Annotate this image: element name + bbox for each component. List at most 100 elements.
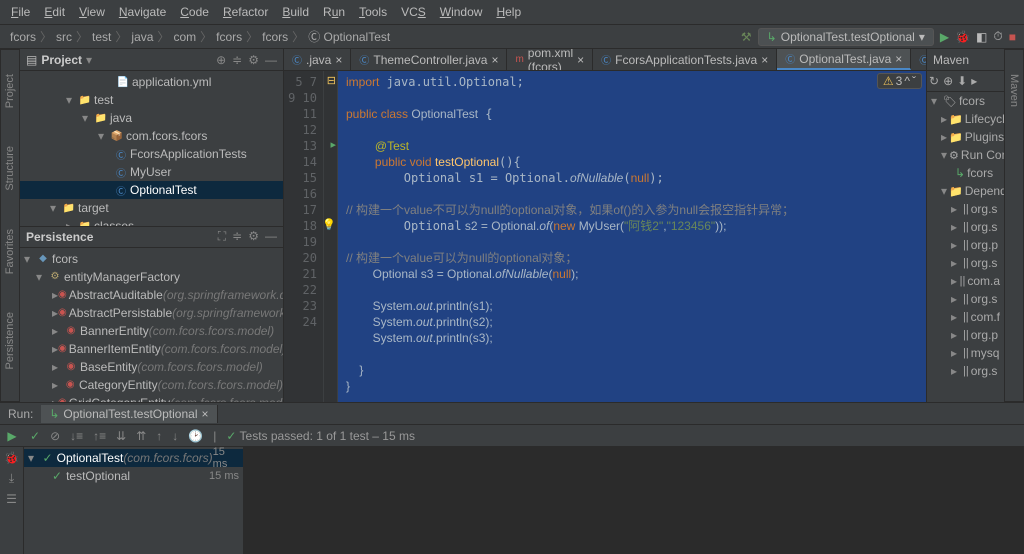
tree-root[interactable]: ▾◆fcors <box>20 250 283 268</box>
debug-icon[interactable]: 🐞 <box>955 30 970 44</box>
console-output[interactable] <box>244 447 1024 554</box>
scope-icon[interactable]: ⛶ <box>218 229 226 244</box>
strip-favorites[interactable]: Favorites <box>4 225 16 278</box>
crumb-class[interactable]: Ⓒ OptionalTest <box>306 28 392 45</box>
tree-package[interactable]: ▾📦com.fcors.fcors <box>20 127 283 145</box>
export-icon[interactable]: 🕑 <box>188 429 203 443</box>
hide-icon[interactable]: — <box>265 53 277 67</box>
editor-tab[interactable]: mpom.xml (fcors)× <box>507 49 593 70</box>
chevron-down-icon[interactable]: ▾ <box>86 53 92 67</box>
profiler-icon[interactable]: ⏱ <box>993 29 1002 44</box>
maven-dep[interactable]: ▸|| org.p <box>927 326 1004 344</box>
menu-help[interactable]: Help <box>489 2 528 22</box>
collapse-icon[interactable]: ≑ <box>232 53 242 67</box>
layout-icon[interactable]: ☰ <box>6 492 17 506</box>
maven-dep[interactable]: ▸|| org.s <box>927 254 1004 272</box>
tree-folder[interactable]: ▾📁java <box>20 109 283 127</box>
collapse-icon[interactable]: ⇈ <box>136 429 146 443</box>
tree-folder[interactable]: ▾📁test <box>20 91 283 109</box>
maven-node[interactable]: ▾📁 Depend <box>927 182 1004 200</box>
rerun-icon[interactable]: ▶ <box>7 429 16 443</box>
close-icon[interactable]: × <box>577 53 584 67</box>
tree-emf[interactable]: ▾⚙entityManagerFactory <box>20 268 283 286</box>
tree-entity[interactable]: ▸◉BannerItemEntity (com.fcors.fcors.mode… <box>20 340 283 358</box>
editor-tab[interactable]: Ⓒ.java× <box>284 49 351 70</box>
menu-view[interactable]: View <box>72 2 112 22</box>
collapse-icon[interactable]: ⊟ <box>327 74 336 87</box>
maven-node[interactable]: ▾⚙ Run Con <box>927 146 1004 164</box>
maven-node[interactable]: ↳ fcors <box>927 164 1004 182</box>
crumb[interactable]: src <box>54 30 74 44</box>
sort-icon[interactable]: ↓≡ <box>70 429 83 443</box>
settings-icon[interactable]: ⚙ <box>248 229 259 244</box>
strip-structure[interactable]: Structure <box>4 142 16 195</box>
generate-icon[interactable]: ⊕ <box>943 74 953 88</box>
crumb[interactable]: fcors <box>8 30 38 44</box>
strip-persistence[interactable]: Persistence <box>4 308 16 373</box>
maven-root[interactable]: ▾🏷 fcors <box>927 92 1004 110</box>
hide-icon[interactable]: — <box>265 229 277 244</box>
maven-dep[interactable]: ▸|| mysq <box>927 344 1004 362</box>
menu-tools[interactable]: Tools <box>352 2 394 22</box>
tree-class-selected[interactable]: ⒸOptionalTest <box>20 181 283 199</box>
maven-dep[interactable]: ▸|| com.a <box>927 272 1004 290</box>
crumb[interactable]: fcors <box>214 30 244 44</box>
maven-dep[interactable]: ▸|| com.f <box>927 308 1004 326</box>
crumb[interactable]: fcors <box>260 30 290 44</box>
persistence-tree[interactable]: ▾◆fcors ▾⚙entityManagerFactory ▸◉Abstrac… <box>20 248 283 403</box>
build-icon[interactable]: ⚒ <box>741 30 752 44</box>
toggle-icon[interactable]: ✓ <box>30 429 40 443</box>
tree-file[interactable]: 📄application.yml <box>20 73 283 91</box>
maven-dep[interactable]: ▸|| org.s <box>927 290 1004 308</box>
menu-vcs[interactable]: VCS <box>394 2 433 22</box>
code-content[interactable]: import java.util.Optional; public class … <box>338 71 926 402</box>
tree-folder[interactable]: ▸📁classes <box>20 217 283 226</box>
maven-dep[interactable]: ▸|| org.s <box>927 362 1004 380</box>
select-opened-file-icon[interactable]: ⊕ <box>216 53 226 67</box>
maven-node[interactable]: ▸📁 Plugins <box>927 128 1004 146</box>
strip-project[interactable]: Project <box>4 70 16 112</box>
tree-entity[interactable]: ▸◉AbstractPersistable (org.springframewo… <box>20 304 283 322</box>
menu-window[interactable]: Window <box>433 2 490 22</box>
close-icon[interactable]: × <box>491 53 498 67</box>
crumb[interactable]: com <box>171 30 198 44</box>
strip-maven[interactable]: Maven <box>1008 70 1020 111</box>
tree-class[interactable]: ⒸMyUser <box>20 163 283 181</box>
run-tab[interactable]: ↳OptionalTest.testOptional× <box>41 405 217 423</box>
maven-node[interactable]: ▸📁 Lifecycle <box>927 110 1004 128</box>
run-config-selector[interactable]: ↳ OptionalTest.testOptional ▾ <box>758 28 934 46</box>
tree-folder[interactable]: ▾📁target <box>20 199 283 217</box>
tree-entity[interactable]: ▸◉CategoryEntity (com.fcors.fcors.model) <box>20 376 283 394</box>
project-tree[interactable]: 📄application.yml ▾📁test ▾📁java ▾📦com.fco… <box>20 71 283 226</box>
menu-edit[interactable]: Edit <box>37 2 72 22</box>
coverage-icon[interactable]: ◧ <box>976 30 987 44</box>
next-icon[interactable]: ↓ <box>172 429 178 443</box>
maven-dep[interactable]: ▸|| org.s <box>927 218 1004 236</box>
menu-run[interactable]: Run <box>316 2 352 22</box>
toggle-icon[interactable]: ⊘ <box>50 429 60 443</box>
test-tree[interactable]: ▾✓OptionalTest (com.fcors.fcors)15 ms ✓t… <box>24 447 244 554</box>
prev-icon[interactable]: ↑ <box>156 429 162 443</box>
stop-icon[interactable]: 🐞 <box>4 451 19 465</box>
test-node[interactable]: ▾✓OptionalTest (com.fcors.fcors)15 ms <box>24 449 243 467</box>
run-icon[interactable]: ▶ <box>940 30 949 44</box>
crumb[interactable]: java <box>129 30 155 44</box>
test-node[interactable]: ✓testOptional15 ms <box>24 467 243 485</box>
menu-code[interactable]: Code <box>173 2 216 22</box>
code-editor[interactable]: 5 7 9 10 11 12 13 14 15 16 17 18 19 20 2… <box>284 71 926 402</box>
menu-build[interactable]: Build <box>275 2 316 22</box>
more-icon[interactable]: ▸ <box>971 74 977 88</box>
sort-icon[interactable]: ↑≡ <box>93 429 106 443</box>
run-gutter-icon[interactable]: ▸ <box>330 138 336 151</box>
menu-navigate[interactable]: Navigate <box>112 2 173 22</box>
close-icon[interactable]: × <box>335 53 342 67</box>
menu-refactor[interactable]: Refactor <box>216 2 275 22</box>
download-icon[interactable]: ⬇ <box>957 74 967 88</box>
menu-file[interactable]: File <box>4 2 37 22</box>
editor-tab[interactable]: ⒸThemeController.java× <box>351 49 507 70</box>
reimport-icon[interactable]: ↻ <box>929 74 939 88</box>
close-icon[interactable]: × <box>895 52 902 66</box>
tree-class[interactable]: ⒸFcorsApplicationTests <box>20 145 283 163</box>
tree-entity[interactable]: ▸◉BaseEntity (com.fcors.fcors.model) <box>20 358 283 376</box>
stop-icon[interactable]: ■ <box>1009 30 1016 44</box>
